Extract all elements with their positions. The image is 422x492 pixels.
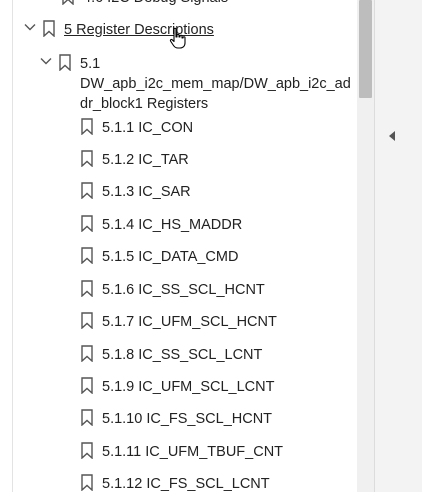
vertical-scrollbar[interactable] — [357, 0, 374, 492]
bookmark-label: 5.1.10 IC_FS_SCL_HCNT — [102, 411, 273, 427]
bookmark-icon — [81, 409, 93, 426]
bookmark-label-line: 5.1 — [80, 56, 101, 72]
bookmark-icon — [43, 20, 55, 37]
bookmark-label: 5.1.6 IC_SS_SCL_HCNT — [102, 282, 265, 298]
chevron-down-icon[interactable] — [23, 20, 37, 34]
bookmark-label: 5.1 DW_apb_i2c_mem_map/DW_apb_i2c_ad dr_… — [80, 54, 351, 114]
panel-divider — [12, 0, 13, 492]
bookmark-icon — [81, 280, 93, 297]
bookmark-label: 5.1.7 IC_UFM_SCL_HCNT — [102, 314, 277, 330]
bookmark-label: 5 Register Descriptions — [64, 22, 214, 38]
bookmarks-panel: 4.6 I2C Debug Signals 5 Register Descrip… — [0, 0, 361, 492]
bookmark-icon — [81, 474, 93, 491]
chevron-down-icon[interactable] — [39, 54, 53, 68]
bookmark-item[interactable]: 5.1.11 IC_UFM_TBUF_CNT — [81, 442, 283, 462]
bookmark-label: 5.1.8 IC_SS_SCL_LCNT — [102, 347, 263, 363]
bookmark-icon — [81, 345, 93, 362]
bookmark-item[interactable]: 5.1.2 IC_TAR — [81, 150, 189, 170]
bookmark-item[interactable]: 5.1.4 IC_HS_MADDR — [81, 215, 242, 235]
bookmark-label: 5.1.11 IC_UFM_TBUF_CNT — [102, 444, 284, 460]
bookmark-label: 5.1.1 IC_CON — [102, 120, 194, 136]
bookmark-item[interactable]: 5.1.5 IC_DATA_CMD — [81, 247, 238, 267]
bookmark-item[interactable]: 5.1.7 IC_UFM_SCL_HCNT — [81, 312, 277, 332]
bookmark-label: 4.6 I2C Debug Signals — [83, 0, 228, 8]
bookmark-label: 5.1.5 IC_DATA_CMD — [102, 249, 239, 265]
side-panel — [374, 0, 422, 492]
bookmark-icon — [62, 0, 74, 5]
bookmark-label-line: dr_block1 Registers — [80, 96, 209, 112]
bookmark-label: 5.1.2 IC_TAR — [102, 152, 189, 168]
bookmark-icon — [81, 182, 93, 199]
chevron-left-icon[interactable] — [389, 131, 395, 141]
bookmark-label: 5.1.3 IC_SAR — [102, 184, 191, 200]
bookmark-icon — [59, 54, 71, 71]
bookmark-icon — [81, 118, 93, 135]
bookmark-icon — [81, 150, 93, 167]
scrollbar-thumb[interactable] — [359, 0, 372, 98]
bookmark-item[interactable]: 5.1.6 IC_SS_SCL_HCNT — [81, 280, 265, 300]
hand-cursor-icon — [169, 27, 186, 49]
bookmark-label: 5.1.4 IC_HS_MADDR — [102, 217, 243, 233]
bookmark-item[interactable]: 5.1.10 IC_FS_SCL_HCNT — [81, 409, 272, 429]
bookmark-icon — [81, 312, 93, 329]
bookmark-icon — [81, 247, 93, 264]
bookmark-item[interactable]: 5.1.1 IC_CON — [81, 118, 193, 138]
bookmark-item-top[interactable]: 4.6 I2C Debug Signals — [62, 0, 228, 8]
bookmark-icon — [81, 377, 93, 394]
bookmark-label: 5.1.9 IC_UFM_SCL_LCNT — [102, 379, 275, 395]
bookmark-label: 5.1.12 IC_FS_SCL_LCNT — [102, 476, 270, 492]
bookmark-subsection-5-1[interactable]: 5.1 DW_apb_i2c_mem_map/DW_apb_i2c_ad dr_… — [39, 54, 351, 114]
bookmark-item[interactable]: 5.1.8 IC_SS_SCL_LCNT — [81, 345, 262, 365]
bookmark-icon — [81, 215, 93, 232]
bookmark-icon — [81, 442, 93, 459]
bookmark-item[interactable]: 5.1.9 IC_UFM_SCL_LCNT — [81, 377, 274, 397]
bookmark-item[interactable]: 5.1.12 IC_FS_SCL_LCNT — [81, 474, 270, 492]
bookmark-label-line: DW_apb_i2c_mem_map/DW_apb_i2c_ad — [80, 76, 351, 92]
bookmark-item[interactable]: 5.1.3 IC_SAR — [81, 182, 191, 202]
